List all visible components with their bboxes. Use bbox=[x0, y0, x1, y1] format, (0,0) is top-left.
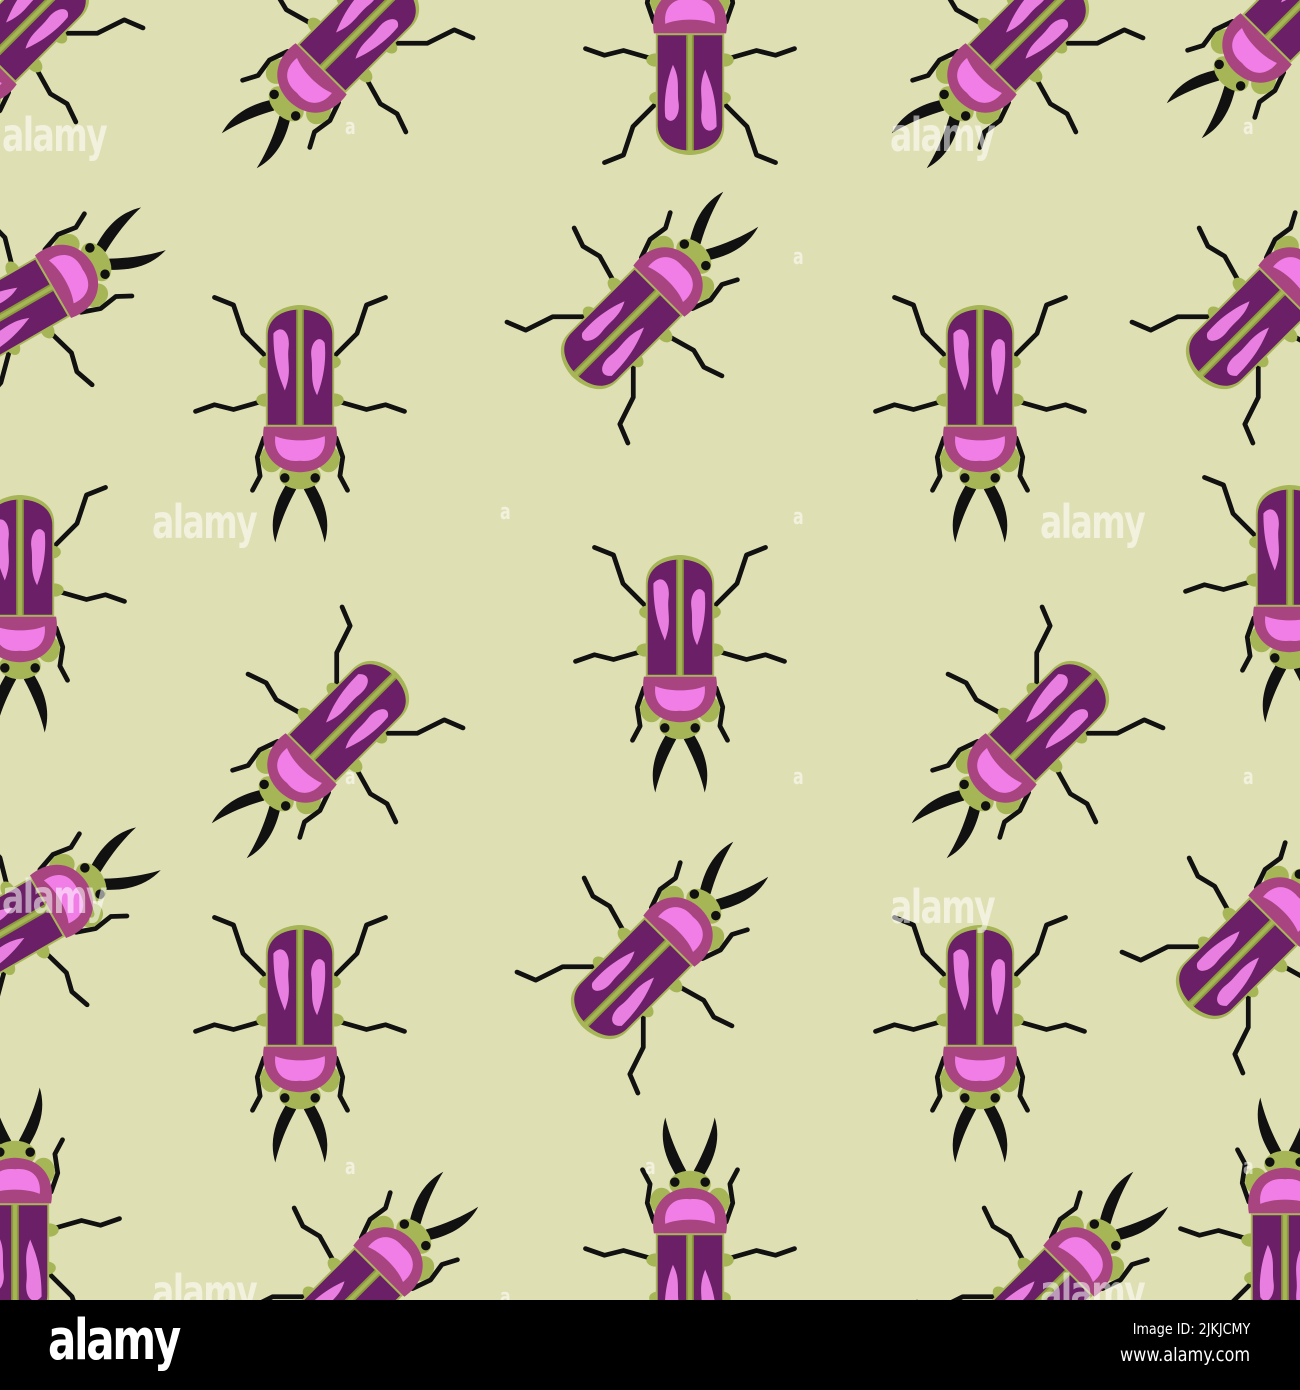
watermark: alamy bbox=[890, 880, 996, 934]
beetle-illustration bbox=[0, 1088, 120, 1301]
watermark-small: a bbox=[793, 765, 804, 790]
watermark-small: a bbox=[345, 115, 356, 140]
alamy-logo: alamy bbox=[48, 1308, 181, 1373]
beetle-illustration bbox=[586, 0, 795, 163]
watermark-small: a bbox=[1243, 1155, 1254, 1180]
watermark: alamy bbox=[1040, 495, 1146, 549]
watermark: alamy bbox=[152, 495, 258, 549]
beetle-illustration bbox=[155, 594, 476, 915]
watermark: alamy bbox=[1040, 1265, 1146, 1300]
watermark-small: a bbox=[345, 1155, 356, 1180]
beetle-illustration bbox=[1110, 0, 1300, 195]
beetle-illustration bbox=[1181, 1098, 1300, 1301]
beetle-illustration bbox=[504, 785, 825, 1106]
beetle-illustration bbox=[855, 594, 1176, 915]
watermark: alamy bbox=[2, 870, 108, 924]
watermark-small: a bbox=[500, 500, 511, 525]
beetle-illustration bbox=[0, 138, 206, 442]
beetle-illustration bbox=[1119, 135, 1300, 456]
beetle-pattern: alamy alamy alamy alamy alamy alamy alamy alamy… bbox=[0, 0, 1300, 1300]
watermark-small: a bbox=[793, 245, 804, 270]
watermark: alamy bbox=[890, 108, 996, 162]
image-id: Image ID: 2JKJCMY bbox=[1132, 1320, 1250, 1338]
beetle-illustration bbox=[214, 1115, 535, 1300]
beetle-illustration bbox=[576, 547, 785, 792]
watermark-small: a bbox=[500, 1285, 511, 1300]
beetle-illustration bbox=[876, 917, 1085, 1162]
beetle-illustration bbox=[835, 0, 1156, 225]
beetle-illustration bbox=[1186, 477, 1300, 722]
beetle-illustration bbox=[586, 1118, 795, 1301]
beetle-illustration bbox=[0, 487, 125, 732]
watermark-small: a bbox=[1243, 765, 1254, 790]
watermark: alamy bbox=[152, 1265, 258, 1300]
beetle-illustration bbox=[1109, 765, 1300, 1086]
beetle-illustration bbox=[196, 917, 405, 1162]
footer-bar: alamy Image ID: 2JKJCMY www.alamy.com bbox=[0, 1300, 1300, 1390]
watermark-small: a bbox=[793, 505, 804, 530]
beetle-illustration bbox=[165, 0, 486, 225]
website-link[interactable]: www.alamy.com bbox=[1120, 1344, 1250, 1366]
watermark-small: a bbox=[645, 1155, 656, 1180]
watermark-small: a bbox=[1243, 115, 1254, 140]
beetle-layer bbox=[0, 0, 1300, 1300]
beetle-illustration bbox=[494, 135, 815, 456]
watermark-small: a bbox=[345, 765, 356, 790]
watermark: alamy bbox=[2, 108, 108, 162]
